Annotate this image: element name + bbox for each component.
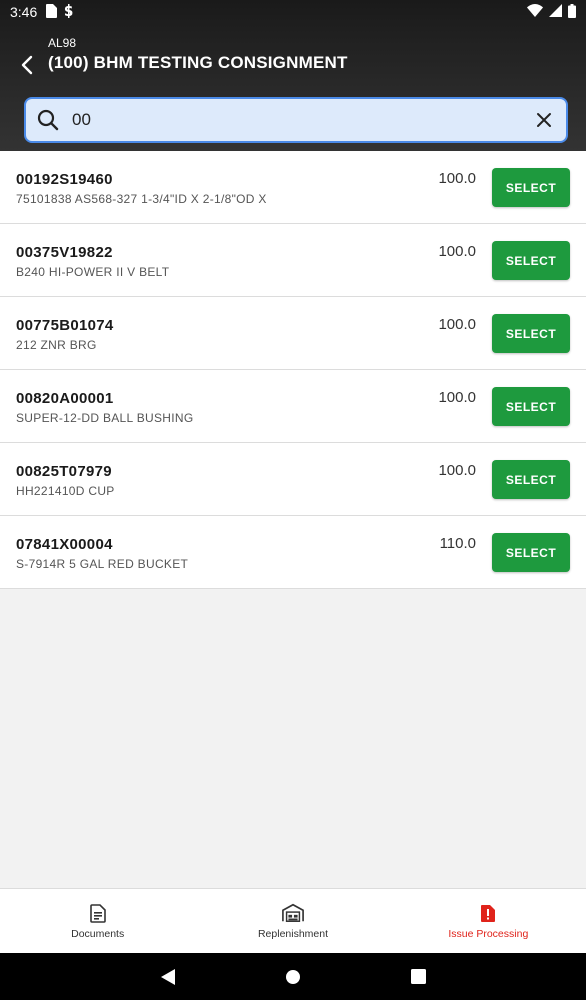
item-description: S-7914R 5 GAL RED BUCKET <box>16 557 189 571</box>
nav-issue-processing[interactable]: Issue Processing <box>391 889 586 953</box>
header-subtitle: AL98 <box>48 36 77 50</box>
alert-document-icon <box>477 902 499 924</box>
document-icon <box>87 902 109 924</box>
search-icon <box>36 108 60 132</box>
status-indicators <box>527 3 576 21</box>
select-button[interactable]: SELECT <box>492 241 570 280</box>
item-description: HH221410D CUP <box>16 484 115 498</box>
select-button[interactable]: SELECT <box>492 314 570 353</box>
item-quantity: 100.0 <box>438 170 476 187</box>
square-recents-icon <box>410 969 426 984</box>
nav-issue-processing-label: Issue Processing <box>448 928 529 940</box>
signal-icon <box>549 4 562 20</box>
circle-home-icon <box>286 969 300 984</box>
item-code: 07841X00004 <box>16 536 113 553</box>
search-box <box>24 97 568 143</box>
wifi-icon <box>527 4 543 20</box>
search-input[interactable] <box>72 110 532 130</box>
item-description: SUPER-12-DD BALL BUSHING <box>16 411 194 425</box>
list-item[interactable]: 00192S19460 75101838 AS568-327 1-3/4"ID … <box>0 151 586 224</box>
app-header: 3:46 S AL98 (100) BHM TESTING CONSIGNMEN… <box>0 0 586 151</box>
system-navigation-bar <box>0 953 586 1000</box>
nav-documents[interactable]: Documents <box>0 889 195 953</box>
system-recents-button[interactable] <box>356 969 481 984</box>
item-quantity: 100.0 <box>438 316 476 333</box>
item-description: B240 HI-POWER II V BELT <box>16 265 170 279</box>
app-notification-icon: S <box>63 3 75 21</box>
select-button[interactable]: SELECT <box>492 168 570 207</box>
item-code: 00825T07979 <box>16 463 112 480</box>
nav-documents-label: Documents <box>71 928 125 940</box>
triangle-back-icon <box>161 968 175 985</box>
item-code: 00775B01074 <box>16 317 114 334</box>
system-home-button[interactable] <box>231 969 356 985</box>
select-button[interactable]: SELECT <box>492 460 570 499</box>
select-button[interactable]: SELECT <box>492 387 570 426</box>
battery-icon <box>568 3 576 21</box>
bottom-navigation: Documents Replenishment Issue Processing <box>0 888 586 953</box>
item-quantity: 110.0 <box>439 535 476 552</box>
sim-card-icon <box>45 3 58 21</box>
close-icon <box>537 113 551 127</box>
list-item[interactable]: 00775B01074 212 ZNR BRG 100.0 SELECT <box>0 297 586 370</box>
list-item[interactable]: 00820A00001 SUPER-12-DD BALL BUSHING 100… <box>0 370 586 443</box>
item-description: 75101838 AS568-327 1-3/4"ID X 2-1/8"OD X <box>16 192 267 206</box>
warehouse-icon <box>282 902 304 924</box>
item-quantity: 100.0 <box>438 243 476 260</box>
item-code: 00820A00001 <box>16 390 114 407</box>
clear-search-button[interactable] <box>532 108 556 132</box>
nav-replenishment[interactable]: Replenishment <box>195 889 390 953</box>
back-button[interactable] <box>14 52 40 78</box>
item-description: 212 ZNR BRG <box>16 338 97 352</box>
item-list: 00192S19460 75101838 AS568-327 1-3/4"ID … <box>0 151 586 589</box>
status-bar: 3:46 S <box>0 0 586 24</box>
page-title: (100) BHM TESTING CONSIGNMENT <box>48 53 348 72</box>
chevron-left-icon <box>21 55 33 75</box>
status-time: 3:46 <box>10 4 38 20</box>
item-quantity: 100.0 <box>438 389 476 406</box>
item-code: 00192S19460 <box>16 171 113 188</box>
list-item[interactable]: 07841X00004 S-7914R 5 GAL RED BUCKET 110… <box>0 516 586 589</box>
select-button[interactable]: SELECT <box>492 533 570 572</box>
list-item[interactable]: 00825T07979 HH221410D CUP 100.0 SELECT <box>0 443 586 516</box>
list-item[interactable]: 00375V19822 B240 HI-POWER II V BELT 100.… <box>0 224 586 297</box>
item-code: 00375V19822 <box>16 244 113 261</box>
item-quantity: 100.0 <box>438 462 476 479</box>
system-back-button[interactable] <box>106 968 231 985</box>
nav-replenishment-label: Replenishment <box>257 928 329 940</box>
